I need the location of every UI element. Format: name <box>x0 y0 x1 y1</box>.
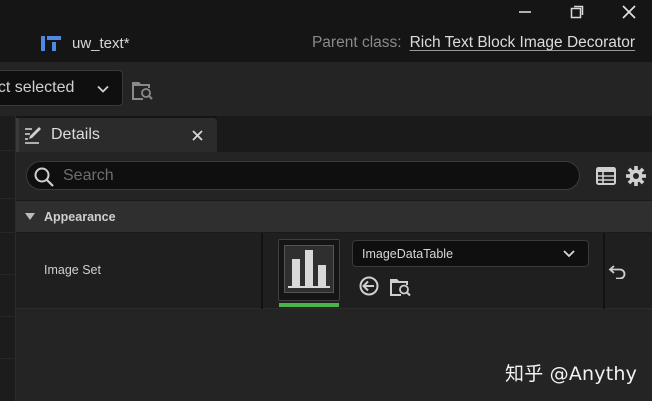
asset-title: uw_text* <box>72 34 130 52</box>
expand-arrow-icon <box>25 212 35 220</box>
tab-accent <box>16 118 19 152</box>
column-divider <box>603 233 605 309</box>
use-selected-asset-icon[interactable] <box>358 275 380 297</box>
restore-button[interactable] <box>564 2 590 22</box>
asset-picker-combo[interactable]: ImageDataTable <box>352 240 589 267</box>
selection-label: ect selected <box>0 79 75 96</box>
close-icon <box>622 5 636 19</box>
title-bar: uw_text* Parent class: Rich Text Block I… <box>0 0 652 62</box>
reset-to-default-icon[interactable] <box>608 263 628 279</box>
restore-icon <box>570 5 584 19</box>
section-title: Appearance <box>44 209 116 224</box>
asset-picker-value: ImageDataTable <box>362 247 454 261</box>
folder-search-icon[interactable] <box>130 78 154 100</box>
search-icon <box>34 167 54 187</box>
property-name: Image Set <box>44 263 101 277</box>
table-view-icon[interactable] <box>595 165 617 187</box>
selection-dropdown[interactable]: ect selected <box>0 70 123 106</box>
parent-class-label: Parent class: <box>311 34 402 51</box>
watermark: 知乎 @Anythy <box>505 363 638 385</box>
asset-tab[interactable]: uw_text* <box>40 33 130 53</box>
tab-details[interactable]: Details <box>16 118 217 152</box>
search-input[interactable] <box>63 165 563 186</box>
details-tab-label: Details <box>51 126 100 143</box>
gear-icon[interactable] <box>625 164 647 188</box>
window-close-button[interactable] <box>616 2 642 22</box>
asset-type-color-bar <box>279 303 339 307</box>
minimize-icon <box>519 11 531 13</box>
details-edit-icon <box>25 127 41 144</box>
close-icon <box>191 129 203 141</box>
left-panel-strip <box>0 116 16 401</box>
property-row-image-set: Image Set ImageDataTable <box>16 233 652 309</box>
parent-class: Parent class: Rich Text Block Image Deco… <box>312 34 635 52</box>
search-box[interactable] <box>26 161 580 190</box>
details-close-button[interactable] <box>187 125 207 145</box>
data-table-icon <box>288 250 330 288</box>
widget-blueprint-icon <box>41 35 61 51</box>
browse-asset-icon[interactable] <box>388 274 412 298</box>
minimize-button[interactable] <box>512 2 538 22</box>
tab-strip <box>217 116 652 152</box>
details-empty-area <box>16 310 652 401</box>
chevron-down-icon <box>563 250 575 258</box>
section-appearance[interactable]: Appearance <box>16 200 652 233</box>
column-divider <box>261 233 263 309</box>
toolbar: ect selected <box>0 62 652 116</box>
parent-class-link[interactable]: Rich Text Block Image Decorator <box>410 34 635 52</box>
asset-thumbnail[interactable] <box>278 239 340 307</box>
chevron-down-icon <box>97 85 109 93</box>
